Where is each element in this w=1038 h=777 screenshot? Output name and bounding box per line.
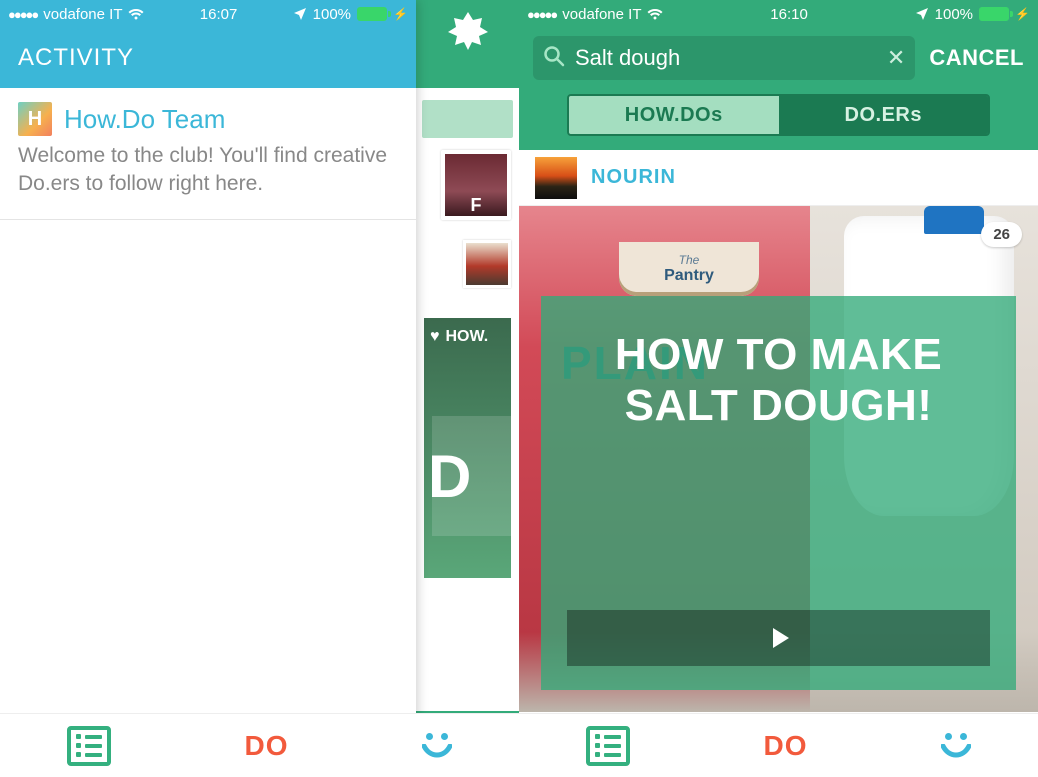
activity-item-head: H How.Do Team <box>18 102 398 136</box>
play-button[interactable] <box>567 610 990 666</box>
clock-label: 16:07 <box>200 6 238 23</box>
search-input[interactable] <box>575 45 877 71</box>
heart-icon: ♥ HOW. <box>430 328 488 346</box>
home-peek-underlay: F ♥ HOW. D <box>416 0 519 777</box>
page-title: ACTIVITY <box>18 44 134 72</box>
carrier-label: vodafone IT <box>562 6 641 23</box>
battery-icon: ⚡ <box>357 7 408 21</box>
tab-do[interactable]: DO <box>763 730 807 762</box>
smile-icon[interactable] <box>422 733 452 758</box>
battery-pct-label: 100% <box>935 6 973 23</box>
segment-howdos[interactable]: HOW.DOs <box>569 96 779 134</box>
list-icon[interactable] <box>67 726 111 766</box>
avatar-letter: H <box>28 108 42 131</box>
avatar <box>535 157 577 199</box>
segment-doers[interactable]: DO.ERs <box>779 96 989 134</box>
views-badge: 26 <box>981 222 1022 247</box>
peek-big-letter: D <box>428 442 471 511</box>
search-box[interactable]: ✕ <box>533 36 915 80</box>
search-header: ✕ CANCEL HOW.DOs DO.ERs <box>519 28 1038 150</box>
peek-big-tile: D <box>432 416 511 536</box>
cancel-button[interactable]: CANCEL <box>929 45 1024 71</box>
bag-label: The Pantry <box>619 242 759 296</box>
search-row: ✕ CANCEL <box>533 28 1024 88</box>
pane-activity: F ♥ HOW. D ●●●●● vodafone IT 16:07 100% … <box>0 0 519 777</box>
activity-item-title: How.Do Team <box>64 104 225 135</box>
card-overlay: HOW TO MAKE SALT DOUGH! <box>541 296 1016 690</box>
status-right: 100% ⚡ <box>915 6 1030 23</box>
result-card[interactable]: The Pantry PLAIN 26 HOW TO MAKE SALT DOU… <box>519 206 1038 712</box>
peek-avatar[interactable] <box>463 240 511 288</box>
signal-dots-icon: ●●●●● <box>527 7 556 22</box>
activity-item[interactable]: H How.Do Team Welcome to the club! You'l… <box>0 88 416 220</box>
location-icon <box>915 7 929 21</box>
result-user-row[interactable]: NOURIN <box>519 150 1038 206</box>
peek-thumb-1[interactable]: F <box>441 150 511 220</box>
avatar: H <box>18 102 52 136</box>
tab-do[interactable]: DO <box>244 730 288 762</box>
activity-item-body: Welcome to the club! You'll find creativ… <box>18 142 398 199</box>
burst-icon[interactable] <box>448 10 488 50</box>
battery-pct-label: 100% <box>313 6 351 23</box>
pane-search: ●●●●● vodafone IT 16:10 100% ⚡ ✕ CANCEL … <box>519 0 1038 777</box>
peek-body: F ♥ HOW. D <box>416 88 519 711</box>
activity-header: ACTIVITY <box>0 28 416 88</box>
status-right: 100% ⚡ <box>293 6 408 23</box>
bag-brand: Pantry <box>664 267 714 285</box>
segmented-control: HOW.DOs DO.ERs <box>567 94 990 136</box>
peek-header <box>416 0 519 60</box>
clock-label: 16:10 <box>770 6 808 23</box>
views-count: 26 <box>993 226 1010 243</box>
smile-icon[interactable] <box>941 733 971 758</box>
user-name: NOURIN <box>591 166 676 189</box>
activity-panel: ●●●●● vodafone IT 16:07 100% ⚡ ACTIVITY … <box>0 0 416 777</box>
signal-dots-icon: ●●●●● <box>8 7 37 22</box>
peek-thumb-label: F <box>471 195 482 216</box>
carrier-label: vodafone IT <box>43 6 122 23</box>
status-bar: ●●●●● vodafone IT 16:10 100% ⚡ <box>519 0 1038 28</box>
clear-icon[interactable]: ✕ <box>887 45 905 71</box>
battery-icon: ⚡ <box>979 7 1030 21</box>
wifi-icon <box>647 8 663 20</box>
search-icon <box>543 45 565 72</box>
wifi-icon <box>128 8 144 20</box>
peek-tag[interactable] <box>422 100 513 138</box>
status-left: ●●●●● vodafone IT <box>527 6 663 23</box>
location-icon <box>293 7 307 21</box>
tab-bar: DO <box>519 713 1038 777</box>
peek-heart-label: HOW. <box>446 328 489 346</box>
list-icon[interactable] <box>586 726 630 766</box>
bag-brand-small: The <box>679 253 700 267</box>
card-title: HOW TO MAKE SALT DOUGH! <box>567 330 990 431</box>
status-bar: ●●●●● vodafone IT 16:07 100% ⚡ <box>0 0 416 28</box>
tab-bar: DO <box>0 713 519 777</box>
status-left: ●●●●● vodafone IT <box>8 6 144 23</box>
peek-card[interactable]: ♥ HOW. D <box>424 318 511 578</box>
